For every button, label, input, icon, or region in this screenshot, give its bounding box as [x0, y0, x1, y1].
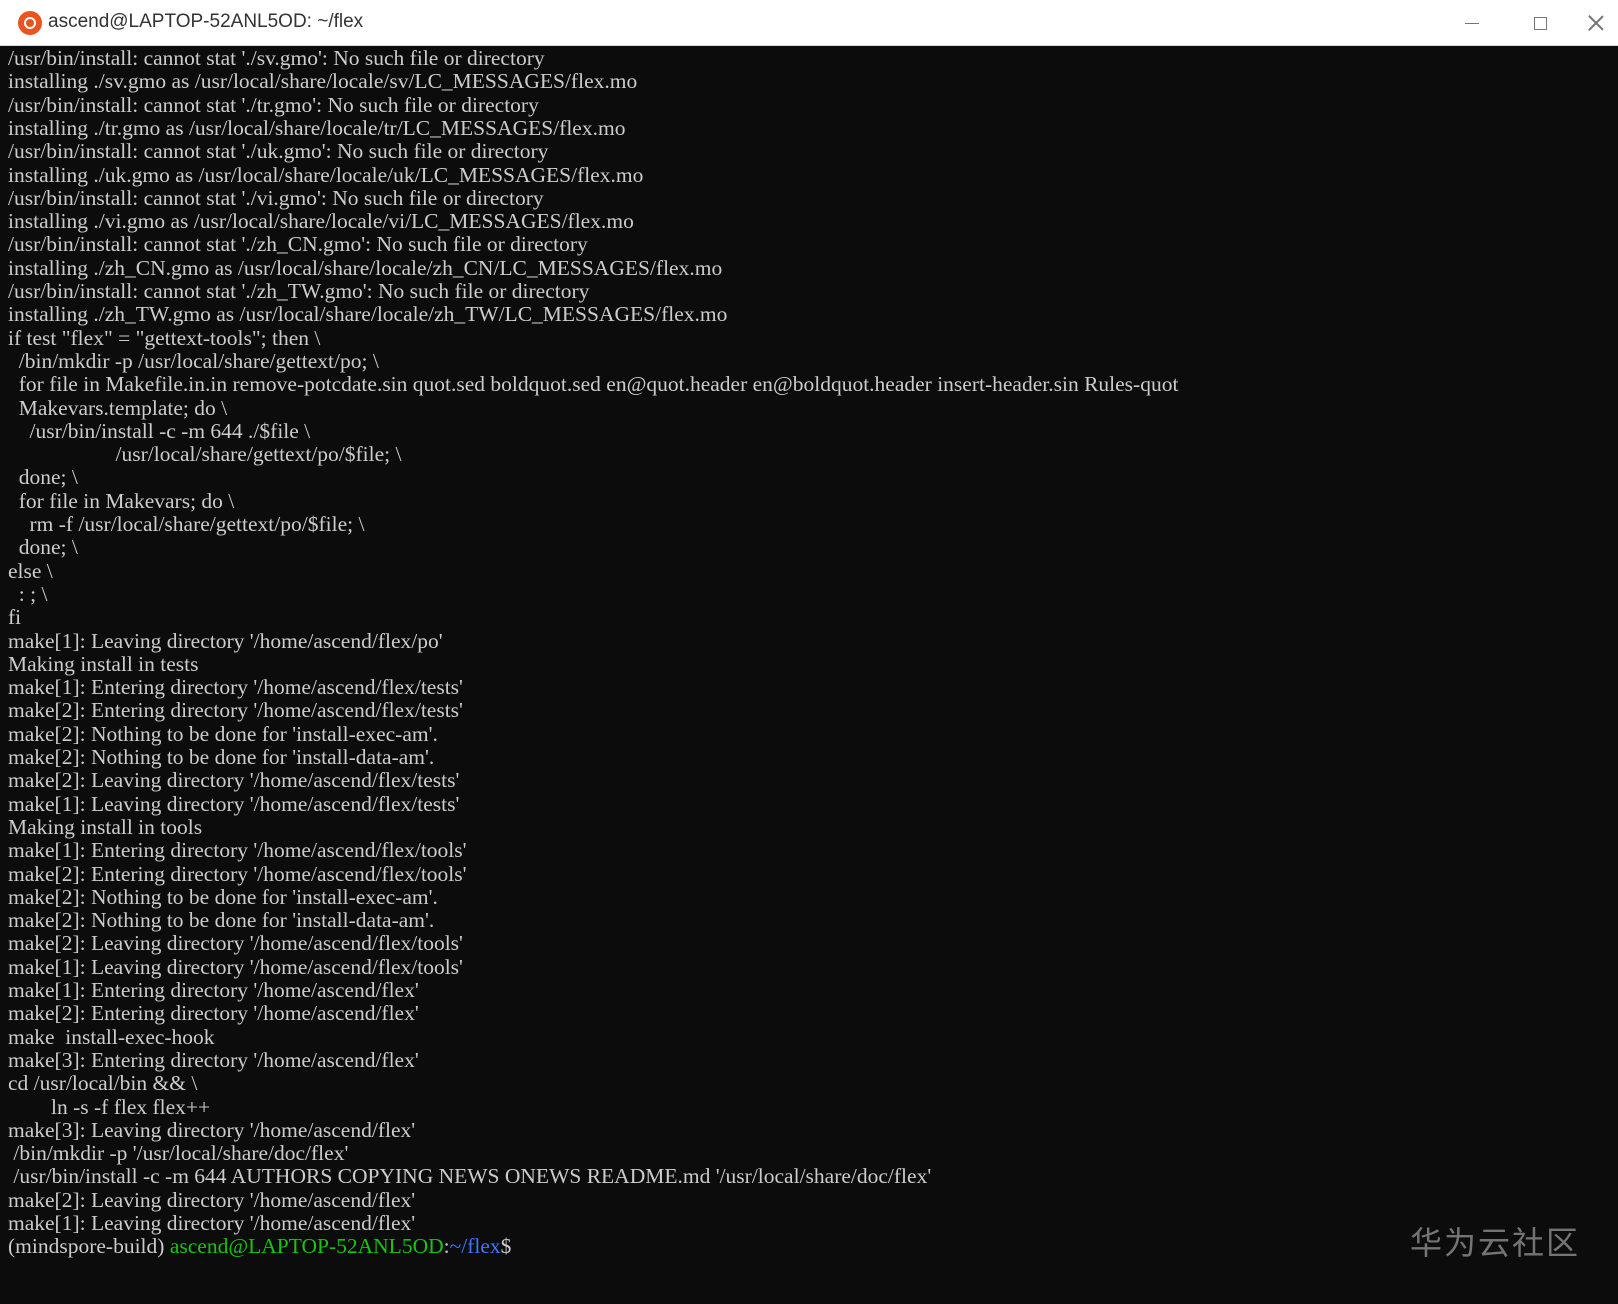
- terminal-line: done; \: [8, 535, 78, 560]
- prompt-line[interactable]: (mindspore-build) ascend@LAPTOP-52ANL5OD…: [8, 1234, 522, 1258]
- terminal-line: ln -s -f flex flex++: [8, 1094, 211, 1119]
- watermark: 华为云社区: [1410, 1224, 1581, 1262]
- terminal-line: make[1]: Leaving directory '/home/ascend…: [8, 1211, 416, 1235]
- terminal-line: make[1]: Entering directory '/home/ascen…: [8, 978, 419, 1002]
- terminal-line: make[1]: Leaving directory '/home/ascend…: [8, 791, 460, 816]
- terminal-line: installing ./vi.gmo as /usr/local/share/…: [8, 209, 634, 234]
- terminal-line: for file in Makevars; do \: [8, 488, 235, 513]
- minimize-button[interactable]: [1440, 0, 1504, 46]
- prompt-user-host: ascend@LAPTOP-52ANL5OD: [169, 1234, 444, 1259]
- terminal-line: installing ./sv.gmo as /usr/local/share/…: [8, 69, 638, 94]
- terminal-line: Making install in tests: [8, 651, 199, 676]
- terminal-line: make[2]: Entering directory '/home/ascen…: [8, 698, 463, 723]
- minimize-icon: [1465, 22, 1479, 24]
- terminal-line: cd /usr/local/bin && \: [8, 1071, 198, 1096]
- terminal-line: make[2]: Leaving directory '/home/ascend…: [8, 931, 463, 956]
- terminal-line: rm -f /usr/local/share/gettext/po/$file;…: [8, 512, 365, 536]
- terminal-line: /usr/bin/install -c -m 644 ./$file \: [8, 418, 311, 443]
- terminal-line: make[2]: Entering directory '/home/ascen…: [8, 861, 467, 886]
- terminal-line: installing ./uk.gmo as /usr/local/share/…: [8, 162, 644, 187]
- terminal-line: make[2]: Nothing to be done for 'install…: [8, 908, 435, 933]
- terminal-line: make[2]: Leaving directory '/home/ascend…: [8, 1187, 416, 1212]
- terminal-line: make install-exec-hook: [8, 1024, 215, 1049]
- terminal-line: installing ./zh_TW.gmo as /usr/local/sha…: [8, 302, 728, 327]
- close-button[interactable]: [1574, 0, 1618, 46]
- terminal-window: ascend@LAPTOP-52ANL5OD: ~/flex /usr/bin/…: [0, 0, 1618, 1304]
- terminal-line: make[1]: Entering directory '/home/ascen…: [8, 838, 467, 863]
- terminal-line: Makevars.template; do \: [8, 395, 228, 420]
- terminal-line: /usr/bin/install: cannot stat './uk.gmo'…: [8, 139, 549, 164]
- terminal-line: /usr/bin/install: cannot stat './vi.gmo'…: [8, 185, 544, 210]
- terminal-line: make[3]: Leaving directory '/home/ascend…: [8, 1117, 416, 1142]
- terminal-line: fi: [8, 605, 22, 630]
- terminal-line: make[2]: Nothing to be done for 'install…: [8, 884, 438, 909]
- terminal-line: /usr/local/share/gettext/po/$file; \: [8, 442, 402, 467]
- terminal-line: make[2]: Nothing to be done for 'install…: [8, 745, 435, 769]
- terminal-line: done; \: [8, 465, 78, 490]
- terminal-line: make[2]: Leaving directory '/home/ascend…: [8, 768, 460, 793]
- terminal-line: make[1]: Leaving directory '/home/ascend…: [8, 628, 443, 653]
- terminal-line: make[1]: Entering directory '/home/ascen…: [8, 675, 463, 700]
- terminal-line: /usr/bin/install -c -m 644 AUTHORS COPYI…: [8, 1164, 932, 1189]
- maximize-icon: [1533, 16, 1547, 30]
- prompt-env: (mindspore-build): [8, 1234, 170, 1259]
- terminal-output[interactable]: /usr/bin/install: cannot stat './sv.gmo'…: [8, 46, 1610, 1304]
- terminal-line: /usr/bin/install: cannot stat './sv.gmo'…: [8, 46, 545, 70]
- terminal-line: installing ./tr.gmo as /usr/local/share/…: [8, 115, 626, 140]
- terminal-line: /usr/bin/install: cannot stat './zh_TW.g…: [8, 279, 590, 303]
- terminal-line: make[2]: Entering directory '/home/ascen…: [8, 1001, 419, 1026]
- terminal-line: make[3]: Entering directory '/home/ascen…: [8, 1047, 419, 1072]
- terminal-line: if test "flex" = "gettext-tools"; then \: [8, 325, 321, 350]
- terminal-line: /usr/bin/install: cannot stat './zh_CN.g…: [8, 232, 588, 257]
- terminal-line: make[2]: Nothing to be done for 'install…: [8, 721, 438, 746]
- prompt-dollar: $: [500, 1234, 512, 1259]
- window-title: ascend@LAPTOP-52ANL5OD: ~/flex: [48, 11, 364, 32]
- terminal-line: else \: [8, 558, 53, 583]
- terminal-line: installing ./zh_CN.gmo as /usr/local/sha…: [8, 255, 723, 280]
- terminal-line: /bin/mkdir -p '/usr/local/share/doc/flex…: [8, 1141, 349, 1166]
- close-icon: [1588, 15, 1604, 31]
- terminal-line: Making install in tools: [8, 814, 203, 839]
- ubuntu-logo-icon: [18, 11, 42, 35]
- cursor: [511, 1238, 522, 1258]
- prompt-path: ~/flex: [449, 1234, 501, 1259]
- terminal-line: /usr/bin/install: cannot stat './tr.gmo'…: [8, 92, 539, 117]
- terminal-line: : ; \: [8, 581, 48, 606]
- terminal-line: make[1]: Leaving directory '/home/ascend…: [8, 954, 463, 979]
- terminal-line: for file in Makefile.in.in remove-potcda…: [8, 372, 1179, 397]
- terminal-line: /bin/mkdir -p /usr/local/share/gettext/p…: [8, 348, 379, 373]
- title-bar[interactable]: ascend@LAPTOP-52ANL5OD: ~/flex: [0, 0, 1618, 46]
- maximize-button[interactable]: [1508, 0, 1572, 46]
